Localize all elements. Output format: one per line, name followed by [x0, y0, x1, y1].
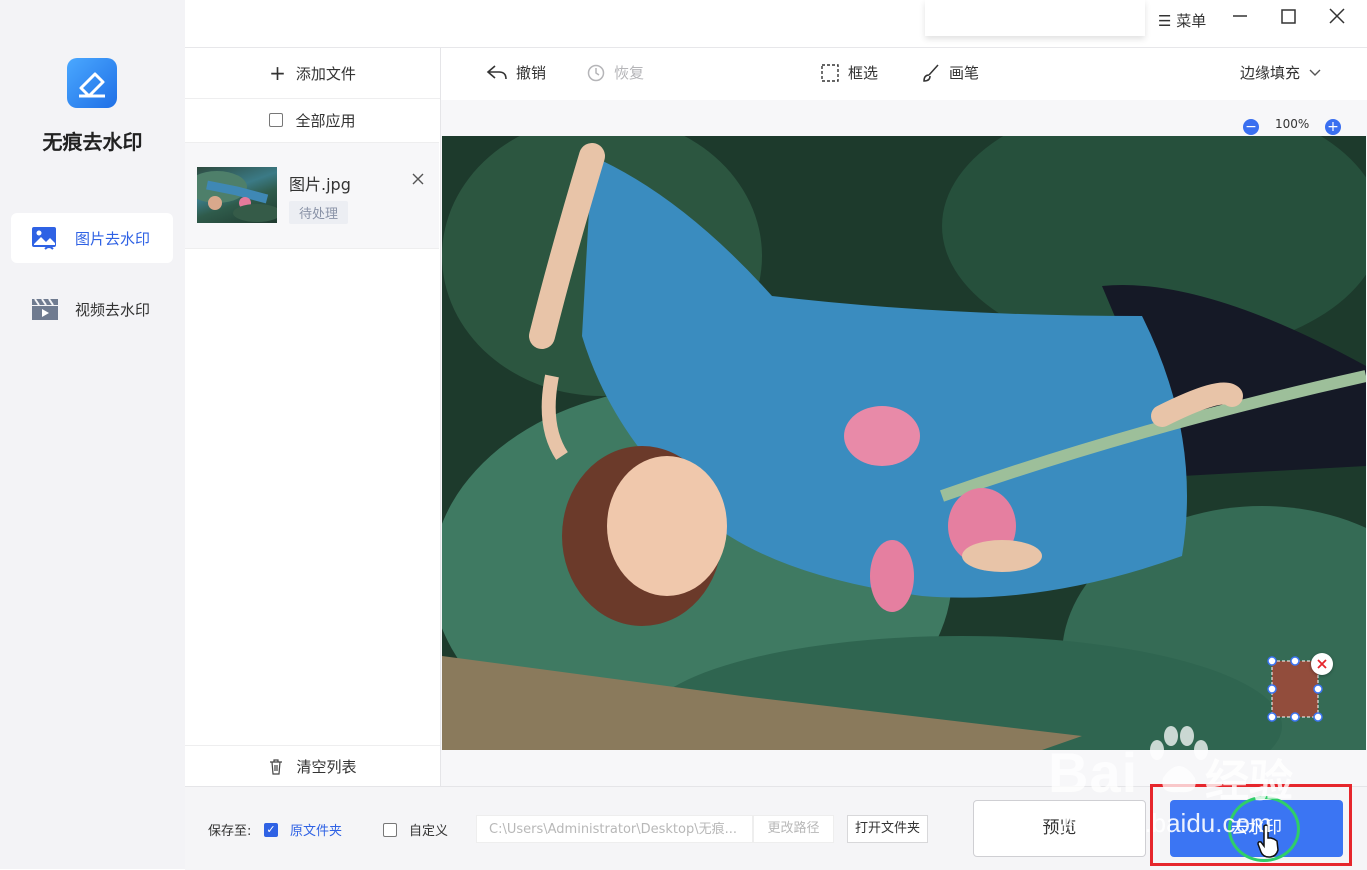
redo-icon: [587, 64, 605, 81]
delete-selection-button[interactable]: [1311, 653, 1333, 675]
save-to-label: 保存至:: [208, 824, 252, 839]
close-icon: [1317, 659, 1327, 669]
close-icon: [1329, 8, 1345, 24]
watermark-url: jingyan.baidu.com: [1062, 808, 1272, 838]
box-select-label: 框选: [848, 64, 879, 82]
zoom-in-button[interactable]: +: [1325, 119, 1341, 135]
file-list-item[interactable]: 图片.jpg 待处理: [185, 142, 439, 249]
plus-icon: +: [269, 61, 286, 85]
clear-list-label: 清空列表: [296, 758, 357, 776]
checkbox-icon: [269, 113, 284, 127]
redo-label: 恢复: [614, 64, 645, 82]
custom-label: 自定义: [409, 824, 449, 839]
menu-icon: ☰: [1158, 12, 1172, 30]
undo-icon: [486, 64, 507, 79]
trash-icon: [270, 758, 283, 775]
watermark-text-right: 经验: [1205, 756, 1293, 807]
popup-shadow: [925, 0, 1145, 36]
chevron-down-icon: [1309, 69, 1321, 76]
maximize-icon: [1281, 9, 1296, 24]
fill-mode-select[interactable]: 边缘填充: [1240, 62, 1322, 83]
source-folder-radio[interactable]: ✓ 原文件夹: [264, 820, 342, 839]
minimize-icon: [1233, 15, 1247, 17]
app-title: 无痕去水印: [42, 130, 143, 154]
custom-path-checkbox[interactable]: 自定义: [383, 820, 448, 839]
undo-label: 撤销: [516, 64, 547, 82]
change-path-button[interactable]: 更改路径: [753, 815, 834, 843]
minimize-button[interactable]: [1231, 6, 1249, 30]
video-icon: [31, 296, 59, 322]
apply-all-checkbox[interactable]: 全部应用: [185, 98, 440, 142]
save-path-field[interactable]: C:\Users\Administrator\Desktop\无痕...: [476, 815, 753, 843]
app-logo-icon: [67, 58, 117, 108]
photo-content: [442, 136, 1366, 750]
source-folder-label: 原文件夹: [290, 824, 343, 839]
fill-mode-label: 边缘填充: [1240, 64, 1301, 82]
menu-label: 菜单: [1176, 12, 1207, 30]
watermark-text-left: Bai: [1048, 741, 1139, 804]
apply-all-label: 全部应用: [295, 111, 356, 130]
zoom-level: 100%: [1275, 117, 1310, 131]
nav-image-watermark[interactable]: 图片去水印: [11, 213, 173, 263]
remove-file-button[interactable]: [411, 171, 425, 190]
add-file-button[interactable]: + 添加文件: [185, 48, 440, 99]
image-preview[interactable]: [442, 136, 1366, 750]
image-icon: [31, 225, 59, 251]
undo-button[interactable]: 撤销: [486, 62, 546, 83]
open-folder-button[interactable]: 打开文件夹: [847, 815, 928, 843]
checkbox-icon: [383, 822, 397, 837]
zoom-out-button[interactable]: −: [1243, 119, 1259, 135]
brush-icon: [923, 63, 939, 82]
maximize-button[interactable]: [1280, 6, 1298, 30]
paw-icon: [1143, 722, 1213, 806]
box-select-button[interactable]: 框选: [820, 62, 878, 83]
nav-label: 视频去水印: [75, 300, 151, 319]
box-select-icon: [821, 63, 839, 82]
brush-button[interactable]: 画笔: [921, 62, 979, 83]
brush-label: 画笔: [949, 64, 980, 82]
close-icon: [412, 173, 424, 185]
file-thumbnail: [197, 167, 277, 223]
nav-label: 图片去水印: [75, 229, 151, 248]
nav-video-watermark[interactable]: 视频去水印: [11, 284, 173, 334]
clear-list-button[interactable]: 清空列表: [185, 745, 440, 787]
status-badge: 待处理: [289, 201, 349, 224]
redo-button[interactable]: 恢复: [586, 62, 644, 83]
add-file-label: 添加文件: [295, 64, 356, 83]
checkbox-checked-icon: ✓: [264, 822, 278, 837]
menu-button[interactable]: ☰ 菜单: [1158, 10, 1206, 31]
file-name: 图片.jpg: [289, 175, 351, 194]
close-button[interactable]: [1328, 6, 1346, 30]
